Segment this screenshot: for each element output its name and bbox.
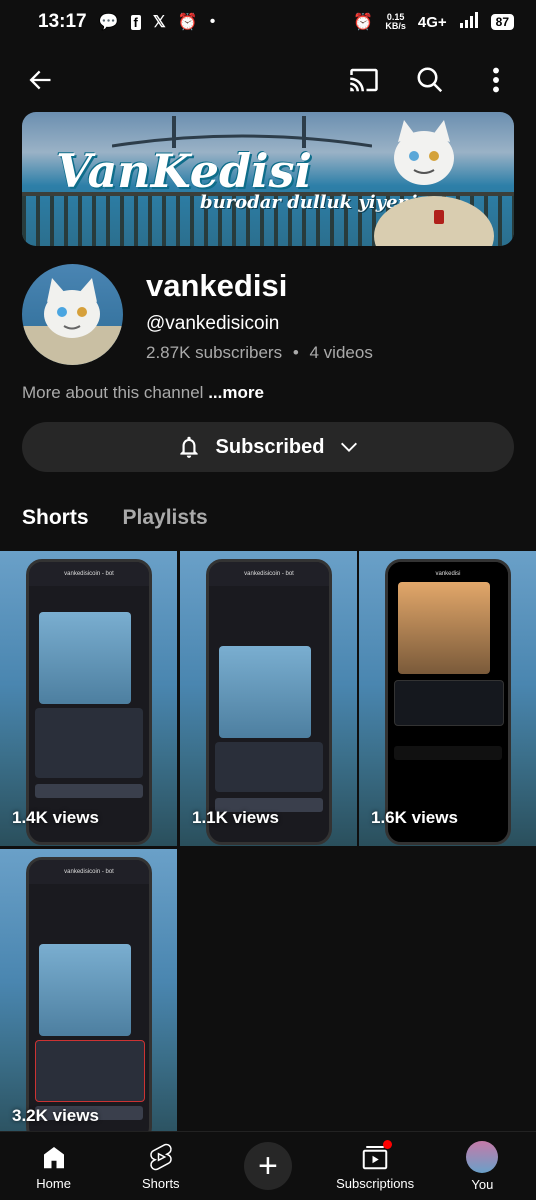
network-type: 4G+ [417,13,447,31]
view-count: 1.6K views [371,808,458,827]
status-bar: 13:17 💬 f 𝕏 ⏰ • ⏰ 0.15 KB/s 4G+ 87 [0,0,536,44]
more-options-button[interactable] [478,62,514,98]
banner-title: VanKedisi [56,144,312,198]
more-vert-icon [493,67,499,93]
facebook-icon: f [130,14,141,30]
top-app-bar [0,52,536,108]
phone-screenshot: vankedisicoin - bot [26,559,152,845]
shorts-icon [150,1143,172,1170]
video-count: 4 videos [309,343,373,362]
nav-home-label: Home [36,1175,71,1191]
phone-chat-title: vankedisicoin - bot [29,860,149,884]
create-icon: + [243,1142,292,1190]
short-tile[interactable]: vankedisicoin - bot 3.2K views [0,849,177,1144]
chat-message [35,708,143,778]
home-icon [43,1146,64,1168]
cat-thumbnail [39,612,131,704]
bottom-navigation: Home Shorts + Subscriptions You [0,1131,536,1200]
chevron-down-icon [341,442,358,452]
channel-name: vankedisi [146,268,288,303]
phone-screenshot: vankedisicoin - bot [206,559,332,845]
view-count: 1.1K views [192,808,279,827]
phone-chat-title: vankedisicoin - bot [29,562,149,586]
channel-about-link[interactable]: More about this channel ...more [22,383,264,403]
chat-buttons [35,784,143,798]
view-count: 1.4K views [12,808,99,827]
status-right: ⏰ 0.15 KB/s 4G+ 87 [353,11,514,33]
subscriptions-icon-wrap [360,1139,393,1172]
bell-icon [179,436,198,458]
channel-avatar[interactable] [22,264,123,365]
cat-illustration [374,120,494,246]
net-speed-unit: KB/s [385,21,406,31]
you-avatar [466,1140,499,1173]
nav-you-label: You [471,1176,494,1192]
status-left: 13:17 💬 f 𝕏 ⏰ • [38,11,215,33]
quoted-post [394,680,504,726]
arrow-back-icon [29,70,51,90]
about-text: More about this channel [22,383,204,402]
nav-you[interactable]: You [442,1140,522,1192]
more-link[interactable]: ...more [208,383,264,402]
status-time: 13:17 [38,11,87,32]
x-icon: 𝕏 [152,14,166,31]
view-count: 3.2K views [12,1106,99,1125]
post-row [394,746,502,760]
tab-playlists[interactable]: Playlists [123,500,208,550]
search-icon [417,67,443,93]
cat-thumbnail [39,944,131,1036]
alarm-icon: ⏰ [177,14,198,31]
nav-shorts-label: Shorts [141,1175,180,1191]
cat-avatar-icon [22,278,123,365]
meta-separator: • [292,343,299,362]
chat-icon: 💬 [98,14,119,31]
nav-home[interactable]: Home [14,1142,94,1191]
cowboy-cat-thumbnail [398,582,490,674]
subscriber-count: 2.87K subscribers [146,343,283,362]
nav-subscriptions-label: Subscriptions [336,1175,415,1191]
short-tile[interactable]: vankedisicoin - bot 1.4K views [0,551,177,846]
cast-button[interactable] [346,62,382,98]
dot-icon: • [209,13,216,30]
short-tile[interactable]: vankedisicoin - bot 1.1K views [180,551,357,846]
channel-tabs: Shorts Playlists [0,500,536,556]
subscribed-button[interactable]: Subscribed [22,422,514,472]
cat-thumbnail [219,646,311,738]
back-button[interactable] [22,62,58,98]
phone-screenshot: vankedisicoin - bot [26,857,152,1143]
net-speed: 0.15 KB/s [385,13,406,31]
signal-icon [459,11,479,33]
top-actions [346,62,514,98]
nav-create[interactable]: + [228,1142,308,1190]
short-tile[interactable]: vankedisi 1.6K views [359,551,536,846]
alarm-status-icon: ⏰ [353,14,374,31]
nav-shorts[interactable]: Shorts [121,1142,201,1191]
subscribed-label: Subscribed [215,435,325,458]
phone-chat-title: vankedisicoin - bot [209,562,329,586]
cast-icon [350,68,378,92]
search-button[interactable] [412,62,448,98]
nav-subscriptions[interactable]: Subscriptions [335,1139,415,1191]
channel-meta: 2.87K subscribers • 4 videos [146,343,373,363]
chat-message [35,1040,145,1102]
notification-badge [383,1139,393,1149]
tab-shorts[interactable]: Shorts [22,500,89,556]
chat-message [215,742,323,792]
channel-banner: VanKedisi burodar dulluk yiyenim [22,112,514,246]
channel-handle: @vankedisicoin [146,313,280,334]
phone-screenshot: vankedisi [385,559,511,845]
battery-icon: 87 [490,14,514,30]
